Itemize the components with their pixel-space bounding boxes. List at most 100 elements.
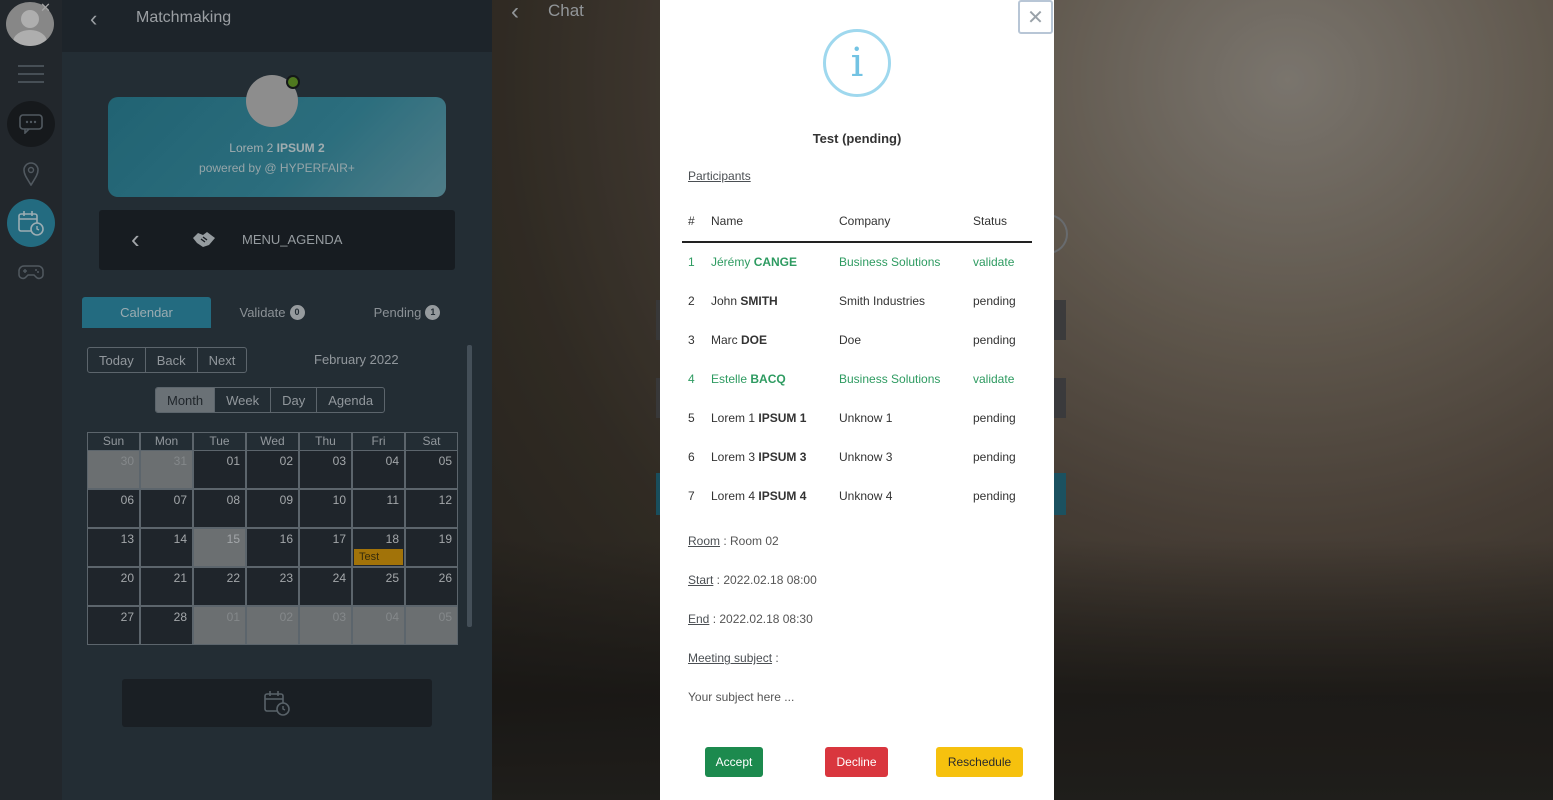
matchmaking-panel: ‹ Matchmaking Lorem 2 IPSUM 2 powered by… (62, 0, 492, 800)
calendar-nav-group: Today Back Next (87, 347, 248, 373)
weekday-label: Sat (405, 432, 458, 450)
participant-name: John SMITH (711, 294, 778, 308)
calendar-day-cell[interactable]: 18 Test (352, 528, 405, 567)
calendar-day-cell[interactable]: 02 (246, 450, 299, 489)
online-status-dot (286, 75, 300, 89)
participant-company: Unknow 4 (839, 489, 893, 503)
tab-pending[interactable]: Pending 1 (362, 297, 452, 328)
calendar-day-cell[interactable]: 13 (87, 528, 140, 567)
participant-number: 2 (688, 294, 695, 308)
decline-button[interactable]: Decline (825, 747, 888, 777)
weekday-label: Mon (140, 432, 193, 450)
participant-status: validate (973, 255, 1015, 269)
calendar-day-cell[interactable]: 02 (246, 606, 299, 645)
calendar-day-cell[interactable]: 03 (299, 450, 352, 489)
calendar-day-cell[interactable]: 10 (299, 489, 352, 528)
back-button[interactable]: Back (146, 348, 198, 372)
calendar-day-cell[interactable]: 03 (299, 606, 352, 645)
calendar-view-group: Month Week Day Agenda (155, 387, 386, 413)
calendar-week-row: 06 07 08 09 10 11 12 (87, 489, 458, 528)
reschedule-button[interactable]: Reschedule (936, 747, 1023, 777)
calendar-day-cell[interactable]: 01 (193, 606, 246, 645)
chat-back-icon[interactable]: ‹ (511, 0, 519, 26)
calendar-day-cell[interactable]: 31 (140, 450, 193, 489)
back-chevron-icon[interactable]: ‹ (90, 6, 97, 32)
participant-company: Smith Industries (839, 294, 926, 308)
view-week-button[interactable]: Week (215, 388, 272, 412)
gamepad-icon[interactable] (6, 250, 56, 294)
calendar-day-cell[interactable]: 09 (246, 489, 299, 528)
today-button[interactable]: Today (88, 348, 146, 372)
participant-name: Lorem 1 IPSUM 1 (711, 411, 807, 425)
calendar-day-cell[interactable]: 04 (352, 606, 405, 645)
chat-bubble-icon[interactable] (7, 101, 55, 147)
calendar-day-cell[interactable]: 28 (140, 606, 193, 645)
profile-name: Lorem 2 IPSUM 2 (229, 141, 325, 155)
calendar-day-cell[interactable]: 20 (87, 567, 140, 606)
calendar-week-row: 30 31 01 02 03 04 05 (87, 450, 458, 489)
calendar-day-cell[interactable]: 07 (140, 489, 193, 528)
calendar-day-cell[interactable]: 19 (405, 528, 458, 567)
calendar-day-cell[interactable]: 27 (87, 606, 140, 645)
room-detail: Room : Room 02 (688, 534, 779, 548)
column-header-name: Name (711, 214, 744, 228)
weekday-label: Fri (352, 432, 405, 450)
calendar-day-cell[interactable]: 11 (352, 489, 405, 528)
menu-agenda-label: MENU_AGENDA (242, 232, 343, 247)
view-agenda-button[interactable]: Agenda (317, 388, 384, 412)
calendar-day-cell[interactable]: 01 (193, 450, 246, 489)
calendar-day-cell[interactable]: 05 (405, 606, 458, 645)
add-meeting-button[interactable] (122, 679, 432, 727)
calendar-day-cell[interactable]: 17 (299, 528, 352, 567)
calendar-month-label: February 2022 (314, 352, 399, 367)
tab-calendar[interactable]: Calendar (82, 297, 211, 328)
calendar-day-cell[interactable]: 23 (246, 567, 299, 606)
menu-back-chevron-icon[interactable]: ‹ (131, 224, 140, 255)
view-day-button[interactable]: Day (271, 388, 318, 412)
calendar-scrollbar[interactable] (467, 345, 472, 627)
participant-number: 1 (688, 255, 695, 269)
table-header-divider (682, 241, 1032, 243)
calendar-day-cell[interactable]: 22 (193, 567, 246, 606)
participant-name: Lorem 3 IPSUM 3 (711, 450, 807, 464)
calendar-day-cell[interactable]: 26 (405, 567, 458, 606)
hamburger-icon[interactable] (6, 52, 56, 96)
calendar-week-row: 27 28 01 02 03 04 05 (87, 606, 458, 645)
calendar-day-cell[interactable]: 06 (87, 489, 140, 528)
column-header-status: Status (973, 214, 1008, 228)
participant-company: Business Solutions (839, 372, 941, 386)
start-detail: Start : 2022.02.18 08:00 (688, 573, 817, 587)
calendar-day-cell[interactable]: 05 (405, 450, 458, 489)
participant-name: Jérémy CANGE (711, 255, 798, 269)
calendar-day-cell[interactable]: 25 (352, 567, 405, 606)
calendar-day-cell[interactable]: 21 (140, 567, 193, 606)
calendar-week-row: 13 14 15 16 17 18 Test 19 (87, 528, 458, 567)
calendar-day-cell[interactable]: 04 (352, 450, 405, 489)
calendar-day-cell[interactable]: 16 (246, 528, 299, 567)
calendar-day-cell[interactable]: 24 (299, 567, 352, 606)
view-month-button[interactable]: Month (156, 388, 216, 412)
matchmaking-title: Matchmaking (136, 9, 232, 26)
close-icon[interactable]: ✕ (40, 0, 51, 16)
modal-close-button[interactable]: ✕ (1018, 0, 1053, 34)
participant-status: pending (973, 333, 1016, 347)
accept-button[interactable]: Accept (705, 747, 763, 777)
weekday-label: Sun (87, 432, 140, 450)
participant-number: 6 (688, 450, 695, 464)
calendar-day-cell-today[interactable]: 15 (193, 528, 246, 567)
column-header-number: # (688, 214, 695, 228)
pending-count-badge: 1 (425, 305, 441, 320)
calendar-day-cell[interactable]: 14 (140, 528, 193, 567)
calendar-day-cell[interactable]: 30 (87, 450, 140, 489)
calendar-day-cell[interactable]: 08 (193, 489, 246, 528)
calendar-day-cell[interactable]: 12 (405, 489, 458, 528)
location-pin-icon[interactable] (6, 152, 56, 196)
tab-validate[interactable]: Validate 0 (227, 297, 317, 328)
next-button[interactable]: Next (198, 348, 247, 372)
handshake-icon (191, 228, 217, 256)
calendar-clock-icon (264, 691, 290, 716)
agenda-clock-icon[interactable] (7, 199, 55, 247)
participant-company: Business Solutions (839, 255, 941, 269)
participant-status: pending (973, 294, 1016, 308)
calendar-event[interactable]: Test (354, 549, 403, 565)
